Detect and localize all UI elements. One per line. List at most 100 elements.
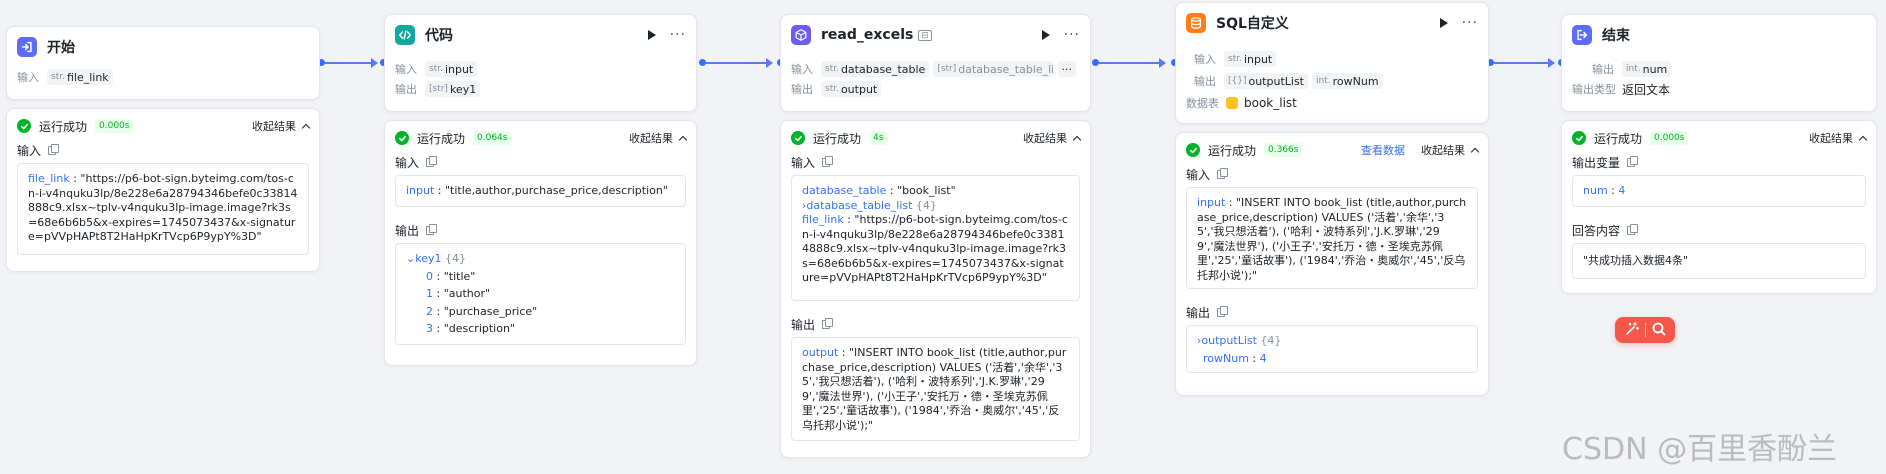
input-box: input : "title,author,purchase_price,des… xyxy=(395,175,686,207)
node-title: 代码 xyxy=(425,28,453,44)
start-result-panel: 运行成功 0.000s 收起结果 输入 file_link : "https:/… xyxy=(6,108,320,272)
result-header: 运行成功 0.000s 收起结果 xyxy=(1572,129,1868,147)
magic-wand-icon[interactable] xyxy=(1624,321,1640,340)
output-section-label: 输出 xyxy=(1186,303,1478,321)
arrow-enter-icon xyxy=(17,37,37,57)
code-node[interactable]: 代码 ··· 输入 str. input 输出 [str] key1 xyxy=(384,14,697,112)
list-item: 3 : "description" xyxy=(426,322,515,335)
collapse-result-button[interactable]: 收起结果 xyxy=(1809,130,1868,146)
sql-result-panel: 运行成功 0.366s 查看数据 收起结果 输入 input : "INSERT… xyxy=(1175,132,1489,396)
collapse-result-button[interactable]: 收起结果 xyxy=(1023,130,1082,146)
more-icon[interactable]: ··· xyxy=(1462,16,1478,30)
read-excels-node[interactable]: read_excels ⊟ ··· 输入 str. database_table … xyxy=(780,14,1091,112)
copy-icon[interactable] xyxy=(1627,223,1639,235)
input-box: file_link : "https://p6-bot-sign.byteimg… xyxy=(17,163,309,255)
answer-section-label: 回答内容 xyxy=(1572,221,1866,239)
input-label: 输入 xyxy=(17,71,39,84)
ai-assistant-toolbar[interactable] xyxy=(1615,317,1675,343)
copy-icon[interactable] xyxy=(1217,167,1229,179)
start-node[interactable]: 开始 输入 str. file_link xyxy=(6,26,320,100)
collapse-result-button[interactable]: 收起结果 xyxy=(1421,142,1480,158)
input-box: input : "INSERT INTO book_list (title,au… xyxy=(1186,187,1478,289)
input-section-label: 输入 xyxy=(395,153,686,171)
chevron-up-icon xyxy=(301,123,311,133)
copy-icon[interactable] xyxy=(822,155,834,167)
result-header: 运行成功 0.366s 查看数据 收起结果 xyxy=(1186,141,1480,159)
code-output-port[interactable] xyxy=(699,59,706,66)
sql-input-row: 输入 str. input xyxy=(1176,49,1488,69)
table-name: book_list xyxy=(1244,96,1297,110)
tree-node-key1[interactable]: ⌄key1 {4} xyxy=(406,250,675,268)
input-section-label: 输入 xyxy=(1186,165,1478,183)
output-box: output : "INSERT INTO book_list (title,a… xyxy=(791,337,1080,441)
param-tag: str. output xyxy=(821,81,882,97)
tree-node-outputlist[interactable]: ›outputList {4} xyxy=(1197,332,1467,350)
node-title: 结束 xyxy=(1602,28,1630,44)
tree-node-database-table-list[interactable]: ›database_table_list {4} xyxy=(802,199,1069,214)
toolbar-divider xyxy=(1644,323,1646,337)
view-data-link[interactable]: 查看数据 xyxy=(1361,142,1405,158)
copy-icon[interactable] xyxy=(822,317,834,329)
play-icon[interactable] xyxy=(647,30,656,40)
success-check-icon xyxy=(17,119,31,133)
copy-icon[interactable] xyxy=(426,223,438,235)
sql-output-row: 输出 [{}] outputList int. rowNum xyxy=(1176,71,1488,91)
play-icon[interactable] xyxy=(1041,30,1050,40)
end-node-header: 结束 xyxy=(1562,15,1876,55)
code-input-row: 输入 str. input xyxy=(385,59,696,79)
output-var-box: num : 4 xyxy=(1572,175,1866,207)
search-icon[interactable] xyxy=(1651,321,1667,340)
collapse-result-button[interactable]: 收起结果 xyxy=(252,118,311,134)
copy-icon[interactable] xyxy=(1217,305,1229,317)
time-badge: 0.000s xyxy=(1650,131,1689,145)
time-badge: 4s xyxy=(869,131,888,145)
collapse-result-button[interactable]: 收起结果 xyxy=(629,130,688,146)
chevron-up-icon xyxy=(678,135,688,145)
sql-node-header: SQL自定义 ··· xyxy=(1176,3,1488,43)
watermark: CSDN @百里香酚兰 xyxy=(1562,432,1838,467)
table-icon xyxy=(1226,97,1238,109)
end-node[interactable]: 结束 输出 int. num 输出类型 返回文本 xyxy=(1561,14,1877,112)
more-icon[interactable]: ··· xyxy=(1064,28,1080,42)
param-tag: [str]database_table_list xyxy=(933,61,1054,77)
start-node-header: 开始 xyxy=(7,27,319,67)
more-icon[interactable]: ··· xyxy=(670,28,686,42)
copy-icon[interactable] xyxy=(426,155,438,167)
node-title: SQL自定义 xyxy=(1216,16,1289,32)
sql-table-row: 数据表 book_list xyxy=(1186,96,1297,110)
result-header: 运行成功 0.000s 收起结果 xyxy=(17,117,311,135)
param-tag: [{}] outputList xyxy=(1224,73,1308,89)
copy-icon[interactable] xyxy=(48,143,60,155)
cube-icon xyxy=(791,25,811,45)
read-excels-input-row: 输入 str. database_table [str] database_tabl… xyxy=(781,59,1090,79)
result-header: 运行成功 0.064s 收起结果 xyxy=(395,129,688,147)
end-output-type-row: 输出类型 返回文本 xyxy=(1572,82,1671,97)
plugin-badge-icon: ⊟ xyxy=(918,29,932,41)
input-box: database_table : "book_list" ›database_t… xyxy=(791,175,1080,301)
input-section-label: 输入 xyxy=(17,141,309,159)
time-badge: 0.064s xyxy=(473,131,512,145)
param-tag: str. input xyxy=(1224,51,1277,67)
param-tag: int. num xyxy=(1622,61,1672,77)
chevron-up-icon xyxy=(1470,147,1480,157)
play-icon[interactable] xyxy=(1439,18,1448,28)
node-title: 开始 xyxy=(47,40,75,56)
read-excels-result-panel: 运行成功 4s 收起结果 输入 database_table : "book_l… xyxy=(780,120,1091,458)
success-check-icon xyxy=(791,131,805,145)
copy-icon[interactable] xyxy=(1627,155,1639,167)
output-var-section-label: 输出变量 xyxy=(1572,153,1866,171)
code-result-panel: 运行成功 0.064s 收起结果 输入 input : "title,autho… xyxy=(384,120,697,366)
time-badge: 0.366s xyxy=(1264,143,1303,157)
end-output-row: 输出 int. num xyxy=(1562,59,1876,79)
read-excels-output-port[interactable] xyxy=(1092,59,1099,66)
success-check-icon xyxy=(395,131,409,145)
more-params-button[interactable]: ··· xyxy=(1057,61,1076,77)
sql-node[interactable]: SQL自定义 ··· 输入 str. input 输出 [{}] outputLis… xyxy=(1175,2,1489,124)
input-section-label: 输入 xyxy=(791,153,1080,171)
code-node-header: 代码 ··· xyxy=(385,15,696,55)
success-check-icon xyxy=(1572,131,1586,145)
output-box: ⌄key1 {4} 0 : "title" 1 : "author" 2 : "… xyxy=(395,243,686,345)
param-tag: [str] key1 xyxy=(425,81,481,97)
start-input-row: 输入 str. file_link xyxy=(7,67,319,87)
edge-read-excels-to-sql xyxy=(1099,58,1166,68)
